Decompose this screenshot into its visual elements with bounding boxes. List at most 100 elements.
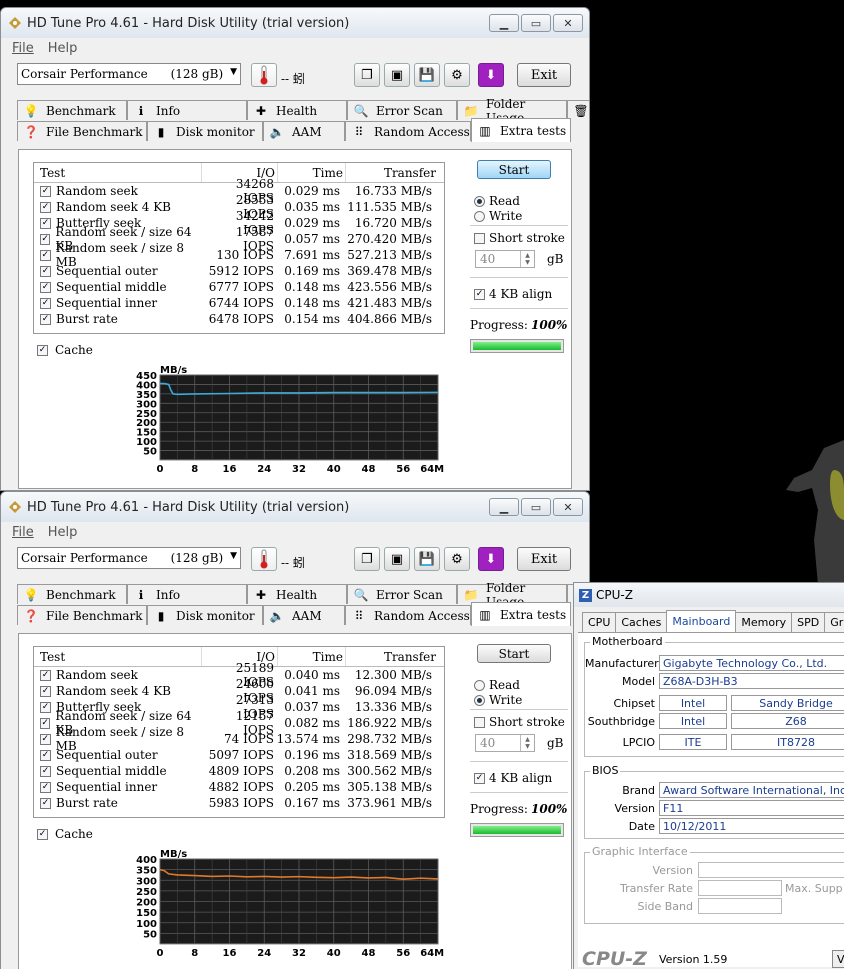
- row-checkbox[interactable]: ✓: [40, 281, 51, 293]
- row-checkbox[interactable]: ✓: [40, 297, 51, 309]
- header-transfer[interactable]: Transfer: [346, 163, 436, 182]
- tab-info[interactable]: ℹ Info: [127, 100, 247, 120]
- tab-extra-tests[interactable]: ▥ Extra tests: [471, 602, 571, 626]
- tab-benchmark[interactable]: 💡 Benchmark: [17, 584, 127, 604]
- copy-screenshot-icon[interactable]: ▣: [384, 547, 410, 571]
- row-checkbox[interactable]: ✓: [40, 749, 51, 761]
- align-option[interactable]: ✓ 4 KB align: [474, 771, 552, 785]
- read-option[interactable]: Read: [474, 678, 520, 692]
- tab-caches[interactable]: Caches: [615, 612, 668, 632]
- chart-x-tick-label: 64MB: [420, 948, 445, 959]
- tab-aam[interactable]: 🔈 AAM: [263, 121, 345, 141]
- tab-folder-usage[interactable]: 📁Folder Usage: [457, 97, 567, 125]
- cache-option[interactable]: ✓ Cache: [37, 343, 93, 357]
- download-arrow-icon[interactable]: ⬇: [478, 547, 504, 571]
- cache-checkbox[interactable]: ✓: [37, 344, 48, 356]
- copy-screenshot-icon[interactable]: ▣: [384, 63, 410, 87]
- bios-version-value: F11: [659, 800, 844, 816]
- tab-spd[interactable]: SPD: [791, 612, 826, 632]
- download-arrow-icon[interactable]: ⬇: [478, 63, 504, 87]
- spin-arrows-icon[interactable]: ▲ ▼: [520, 735, 534, 751]
- read-radio[interactable]: [474, 195, 485, 207]
- close-button[interactable]: ✕: [553, 14, 583, 32]
- close-button[interactable]: ✕: [553, 498, 583, 516]
- short-stroke-option[interactable]: Short stroke: [474, 715, 565, 729]
- tab-memory[interactable]: Memory: [735, 612, 793, 632]
- row-checkbox[interactable]: ✓: [40, 201, 51, 213]
- menu-help[interactable]: Help: [48, 525, 78, 540]
- write-option[interactable]: Write: [474, 693, 522, 707]
- read-radio[interactable]: [474, 679, 485, 691]
- tab-error-scan[interactable]: 🔍 Error Scan: [347, 584, 457, 604]
- drive-select[interactable]: Corsair Performance (128 gB) ▼: [17, 547, 241, 569]
- tab-disk-monitor[interactable]: ▮ Disk monitor: [147, 121, 263, 141]
- tab-graphics[interactable]: Gra: [824, 612, 844, 632]
- exit-button[interactable]: Exit: [517, 547, 571, 571]
- copy-icon[interactable]: ❐: [354, 547, 380, 571]
- tab-health[interactable]: ✚ Health: [247, 100, 347, 120]
- row-checkbox[interactable]: ✓: [40, 781, 51, 793]
- options-icon[interactable]: ⚙: [444, 547, 470, 571]
- header-time[interactable]: Time: [278, 163, 346, 182]
- cache-checkbox[interactable]: ✓: [37, 828, 48, 840]
- spin-arrows-icon[interactable]: ▲ ▼: [520, 251, 534, 267]
- row-checkbox[interactable]: ✓: [40, 313, 51, 325]
- tab-cpu[interactable]: CPU: [582, 612, 617, 632]
- row-checkbox[interactable]: ✓: [40, 669, 51, 681]
- tab-benchmark[interactable]: 💡 Benchmark: [17, 100, 127, 120]
- row-checkbox[interactable]: ✓: [40, 797, 51, 809]
- row-checkbox[interactable]: ✓: [40, 685, 51, 697]
- validate-button[interactable]: Va: [832, 950, 844, 968]
- save-icon[interactable]: 💾: [414, 547, 440, 571]
- short-stroke-spinner[interactable]: 40 ▲ ▼: [475, 250, 535, 268]
- tab-error-scan[interactable]: 🔍 Error Scan: [347, 100, 457, 120]
- minimize-button[interactable]: ▁: [489, 498, 519, 516]
- tab-erase[interactable]: 🗑Erase: [567, 100, 589, 120]
- minimize-button[interactable]: ▁: [489, 14, 519, 32]
- align-option[interactable]: ✓ 4 KB align: [474, 287, 552, 301]
- row-checkbox[interactable]: ✓: [40, 265, 51, 277]
- write-radio[interactable]: [474, 694, 485, 706]
- write-radio[interactable]: [474, 210, 485, 222]
- options-icon[interactable]: ⚙: [444, 63, 470, 87]
- header-transfer[interactable]: Transfer: [346, 647, 436, 666]
- tab-extra-tests[interactable]: ▥ Extra tests: [471, 118, 571, 142]
- start-button[interactable]: Start: [477, 644, 551, 663]
- align-checkbox[interactable]: ✓: [474, 288, 485, 300]
- tab-disk-monitor[interactable]: ▮ Disk monitor: [147, 605, 263, 625]
- align-checkbox[interactable]: ✓: [474, 772, 485, 784]
- tab-health[interactable]: ✚ Health: [247, 584, 347, 604]
- drive-select[interactable]: Corsair Performance (128 gB) ▼: [17, 63, 241, 85]
- tab-mainboard[interactable]: Mainboard: [666, 610, 737, 632]
- copy-icon[interactable]: ❐: [354, 63, 380, 87]
- row-checkbox[interactable]: ✓: [40, 765, 51, 777]
- start-button[interactable]: Start: [477, 160, 551, 179]
- short-stroke-option[interactable]: Short stroke: [474, 231, 565, 245]
- row-checkbox[interactable]: ✓: [40, 733, 51, 745]
- menu-help[interactable]: Help: [48, 41, 78, 56]
- header-time[interactable]: Time: [278, 647, 346, 666]
- cache-option[interactable]: ✓ Cache: [37, 827, 93, 841]
- read-option[interactable]: Read: [474, 194, 520, 208]
- short-stroke-checkbox[interactable]: [474, 232, 485, 244]
- tab-aam[interactable]: 🔈 AAM: [263, 605, 345, 625]
- tab-file-benchmark[interactable]: ❓ File Benchmark: [17, 121, 147, 141]
- menu-file[interactable]: File: [12, 525, 34, 540]
- tab-random-access[interactable]: ⠿ Random Access: [345, 121, 471, 141]
- exit-button[interactable]: Exit: [517, 63, 571, 87]
- maximize-button[interactable]: ▭: [521, 14, 551, 32]
- tab-info[interactable]: ℹ Info: [127, 584, 247, 604]
- maximize-button[interactable]: ▭: [521, 498, 551, 516]
- row-checkbox[interactable]: ✓: [40, 185, 51, 197]
- header-test[interactable]: Test: [34, 163, 202, 182]
- tab-folder-usage[interactable]: 📁Folder Usage: [457, 581, 567, 609]
- write-option[interactable]: Write: [474, 209, 522, 223]
- short-stroke-spinner[interactable]: 40 ▲ ▼: [475, 734, 535, 752]
- save-icon[interactable]: 💾: [414, 63, 440, 87]
- menu-file[interactable]: File: [12, 41, 34, 56]
- tab-file-benchmark[interactable]: ❓ File Benchmark: [17, 605, 147, 625]
- row-checkbox[interactable]: ✓: [40, 249, 51, 261]
- header-test[interactable]: Test: [34, 647, 202, 666]
- short-stroke-checkbox[interactable]: [474, 716, 485, 728]
- tab-random-access[interactable]: ⠿ Random Access: [345, 605, 471, 625]
